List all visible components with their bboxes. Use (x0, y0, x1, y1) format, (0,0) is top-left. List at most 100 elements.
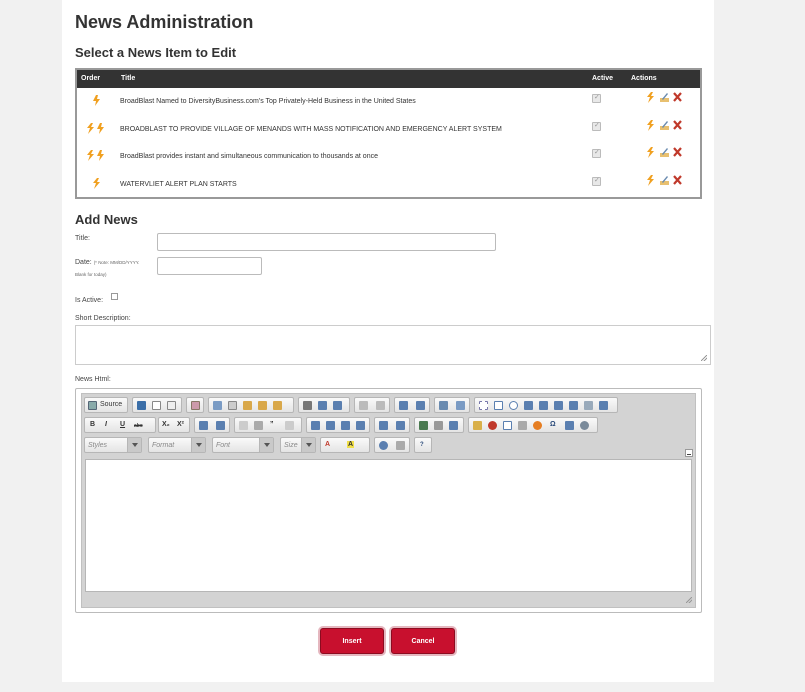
select-field-icon[interactable] (554, 401, 563, 410)
bg-color-icon[interactable]: A (347, 441, 355, 448)
textarea-icon[interactable] (539, 401, 548, 410)
align-right-icon[interactable] (341, 421, 350, 430)
bolt-icon[interactable] (647, 119, 656, 131)
unlink-icon[interactable] (434, 421, 443, 430)
image-button-icon[interactable] (584, 401, 593, 410)
new-page-icon[interactable] (152, 401, 161, 410)
resize-grip-icon[interactable] (701, 355, 707, 361)
active-checkbox[interactable] (592, 121, 601, 131)
save-icon[interactable] (137, 401, 146, 410)
collapse-toolbar-icon[interactable] (685, 449, 693, 457)
blockquote-icon[interactable]: ” (270, 421, 274, 428)
div-icon[interactable] (285, 421, 294, 430)
outdent-icon[interactable] (239, 421, 248, 430)
edit-icon[interactable] (659, 92, 669, 102)
remove-format-icon[interactable] (456, 401, 465, 410)
rtl-icon[interactable] (396, 421, 405, 430)
numbered-list-icon[interactable] (199, 421, 208, 430)
date-input[interactable] (157, 257, 262, 275)
spellcheck-menu-icon[interactable] (333, 401, 342, 410)
insert-button[interactable]: Insert (320, 628, 384, 654)
copy-icon[interactable] (228, 401, 237, 410)
select-all-icon[interactable] (439, 401, 448, 410)
italic-button[interactable]: I (105, 421, 107, 428)
strike-button[interactable]: abc (134, 423, 143, 429)
print-icon[interactable] (303, 401, 312, 410)
paste-text-icon[interactable] (258, 401, 267, 410)
bolt-icon[interactable] (647, 174, 656, 186)
delete-icon[interactable] (673, 119, 682, 130)
maximize-icon[interactable] (379, 441, 388, 450)
table-icon[interactable] (503, 421, 512, 430)
checkbox-icon[interactable] (494, 401, 503, 410)
align-left-icon[interactable] (311, 421, 320, 430)
delete-icon[interactable] (673, 92, 682, 102)
title-input[interactable] (157, 233, 496, 251)
down-arrow-icon[interactable] (97, 150, 104, 161)
horizontal-rule-icon[interactable] (518, 421, 527, 430)
down-arrow-icon[interactable] (93, 95, 100, 106)
font-combo[interactable]: Font (212, 437, 274, 453)
special-char-icon[interactable]: Ω (550, 421, 556, 428)
templates-icon[interactable] (191, 401, 200, 410)
news-title[interactable]: BROADBLAST TO PROVIDE VILLAGE OF MENANDS… (120, 126, 502, 133)
flash-icon[interactable] (488, 421, 497, 430)
bolt-icon[interactable] (647, 92, 656, 103)
news-title[interactable]: BroadBlast Named to DiversityBusiness.co… (120, 98, 416, 105)
justify-icon[interactable] (356, 421, 365, 430)
help-icon[interactable]: ? (420, 442, 424, 448)
news-title[interactable]: BroadBlast provides instant and simultan… (120, 153, 378, 160)
down-arrow-icon[interactable] (97, 122, 104, 134)
short-description-textarea[interactable] (75, 325, 711, 365)
active-checkbox[interactable] (111, 293, 118, 300)
radio-icon[interactable] (509, 401, 518, 410)
source-button[interactable]: Source (84, 397, 128, 413)
textfield-icon[interactable] (524, 401, 533, 410)
replace-icon[interactable] (416, 401, 425, 410)
editor-content-area[interactable] (85, 459, 692, 592)
link-icon[interactable] (419, 421, 428, 430)
ltr-icon[interactable] (379, 421, 388, 430)
redo-icon[interactable] (376, 401, 385, 410)
news-title[interactable]: WATERVLIET ALERT PLAN STARTS (120, 181, 237, 188)
iframe-icon[interactable] (580, 421, 589, 430)
edit-icon[interactable] (659, 120, 669, 130)
bolt-icon[interactable] (647, 147, 656, 158)
edit-icon[interactable] (659, 147, 669, 157)
form-icon[interactable] (479, 401, 488, 410)
button-field-icon[interactable] (569, 401, 578, 410)
format-combo[interactable]: Format (148, 437, 206, 453)
smiley-icon[interactable] (533, 421, 542, 430)
align-center-icon[interactable] (326, 421, 335, 430)
up-arrow-icon[interactable] (93, 177, 100, 189)
indent-icon[interactable] (254, 421, 263, 430)
subscript-button[interactable]: X₂ (162, 421, 170, 428)
text-color-icon[interactable]: A (325, 441, 330, 448)
active-checkbox[interactable] (592, 93, 601, 103)
spellcheck-icon[interactable] (318, 401, 327, 410)
active-checkbox[interactable] (592, 148, 601, 158)
editor-resize-grip-icon[interactable] (686, 597, 692, 603)
image-icon[interactable] (473, 421, 482, 430)
paste-icon[interactable] (243, 401, 252, 410)
hidden-field-icon[interactable] (599, 401, 608, 410)
bullet-list-icon[interactable] (216, 421, 225, 430)
page-break-icon[interactable] (565, 421, 574, 430)
size-combo[interactable]: Size (280, 437, 316, 453)
bold-button[interactable]: B (90, 421, 95, 428)
edit-icon[interactable] (659, 175, 669, 185)
preview-icon[interactable] (167, 401, 176, 410)
superscript-button[interactable]: X² (177, 421, 184, 428)
find-icon[interactable] (399, 401, 408, 410)
styles-combo[interactable]: Styles (84, 437, 142, 453)
cancel-button[interactable]: Cancel (391, 628, 455, 654)
cut-icon[interactable] (213, 401, 222, 410)
delete-icon[interactable] (673, 174, 682, 185)
up-arrow-icon[interactable] (87, 150, 94, 161)
active-checkbox[interactable] (592, 176, 601, 186)
delete-icon[interactable] (673, 147, 682, 157)
show-blocks-icon[interactable] (396, 441, 405, 450)
undo-icon[interactable] (359, 401, 368, 410)
anchor-icon[interactable] (449, 421, 458, 430)
paste-word-icon[interactable] (273, 401, 282, 410)
